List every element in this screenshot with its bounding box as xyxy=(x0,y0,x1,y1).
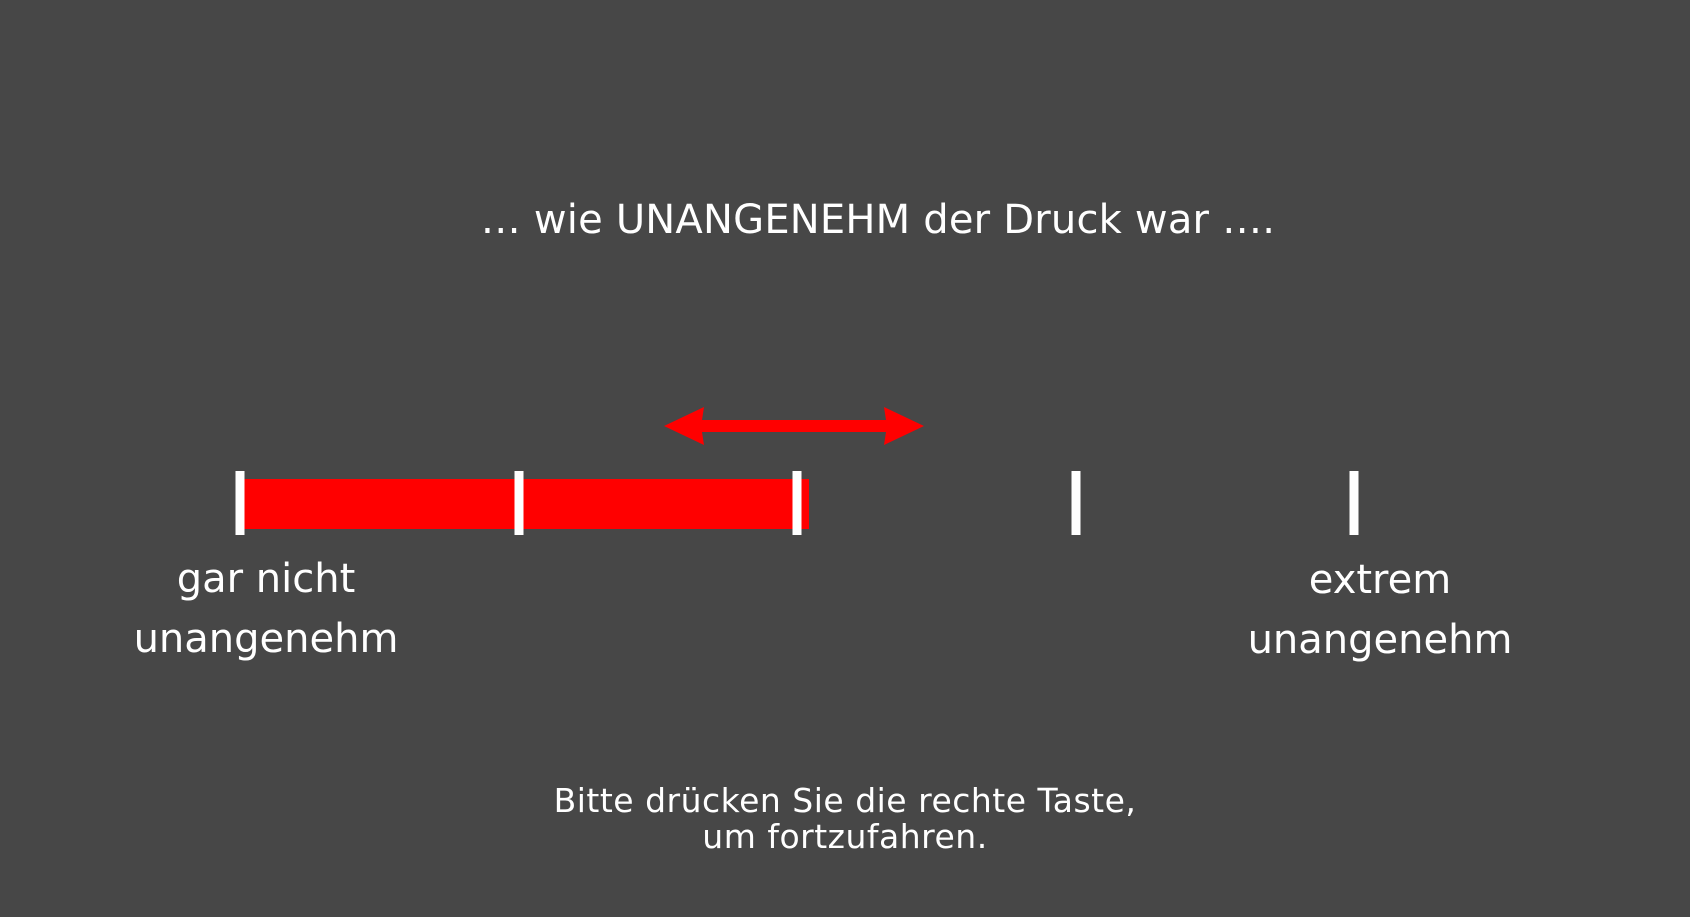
left-anchor-label: gar nicht unangenehm xyxy=(86,549,446,669)
continue-instructions: Bitte drücken Sie die rechte Taste, um f… xyxy=(0,783,1690,855)
instructions-line2: um fortzufahren. xyxy=(702,817,988,856)
right-anchor-line1: extrem xyxy=(1308,557,1452,603)
right-anchor-label: extrem unangenehm xyxy=(1200,550,1560,670)
double-arrow-icon[interactable] xyxy=(0,0,1690,917)
left-anchor-line2: unangenehm xyxy=(133,616,399,662)
right-anchor-line2: unangenehm xyxy=(1247,617,1513,663)
rating-scale[interactable] xyxy=(0,0,1690,917)
instructions-line1: Bitte drücken Sie die rechte Taste, xyxy=(553,781,1137,820)
left-anchor-line1: gar nicht xyxy=(176,556,356,602)
